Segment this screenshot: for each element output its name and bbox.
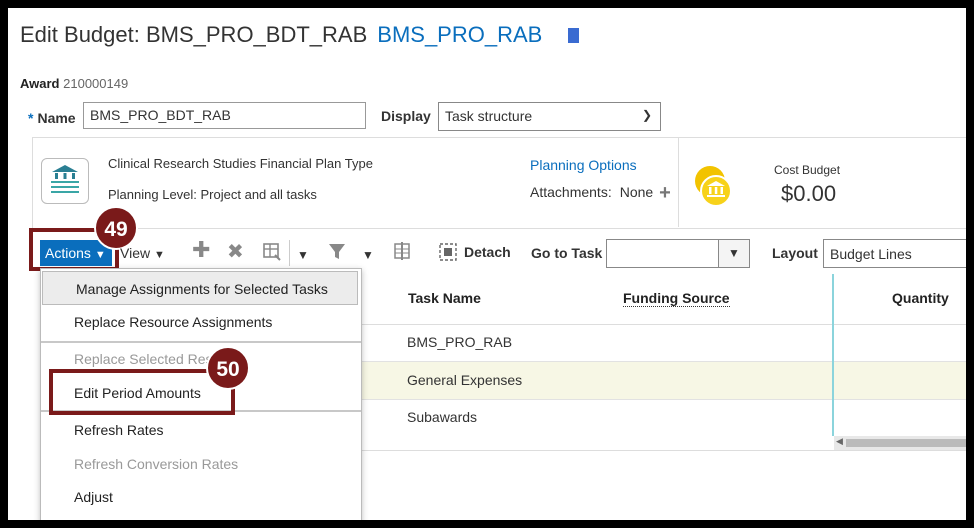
delete-icon[interactable]: ✖ bbox=[227, 239, 244, 264]
display-select-value: Task structure bbox=[445, 108, 533, 124]
add-attachment-icon[interactable]: + bbox=[659, 182, 671, 204]
page-title: Edit Budget: BMS_PRO_BDT_RAB BMS_PRO_RAB bbox=[20, 22, 580, 48]
planning-level: Planning Level: Project and all tasks bbox=[108, 187, 317, 202]
table-row[interactable]: General Expenses bbox=[360, 362, 966, 400]
chevron-down-icon: ❯ bbox=[641, 108, 652, 122]
task-name-cell: BMS_PRO_RAB bbox=[407, 334, 513, 350]
panel-divider bbox=[678, 137, 679, 227]
plan-type: Clinical Research Studies Financial Plan… bbox=[108, 156, 373, 171]
table-row[interactable]: BMS_PRO_RAB bbox=[360, 324, 966, 362]
planning-options-link[interactable]: Planning Options bbox=[530, 157, 637, 173]
attachments-value: None bbox=[619, 184, 654, 200]
table-settings-icon[interactable] bbox=[262, 241, 282, 266]
scroll-left-icon[interactable]: ◀ bbox=[836, 436, 843, 447]
view-menu[interactable]: View ▼ bbox=[120, 245, 165, 261]
financial-plan-icon bbox=[41, 158, 89, 204]
layout-label: Layout bbox=[772, 245, 818, 261]
award-value: 210000149 bbox=[63, 76, 129, 91]
name-input[interactable]: BMS_PRO_BDT_RAB bbox=[83, 102, 366, 129]
display-select[interactable]: Task structure ❯ bbox=[438, 102, 661, 131]
cost-budget-icon bbox=[692, 165, 734, 207]
bookmark-icon[interactable] bbox=[568, 28, 580, 43]
display-label: Display bbox=[381, 108, 431, 124]
caret-down-icon[interactable]: ▼ bbox=[362, 248, 374, 262]
attachments: Attachments: None + bbox=[530, 182, 671, 205]
step-badge-50: 50 bbox=[206, 346, 250, 390]
award-info: Award 210000149 bbox=[20, 76, 128, 91]
table-row[interactable]: Subawards bbox=[360, 399, 966, 436]
menu-item-refresh-conversion-rates: Refresh Conversion Rates bbox=[74, 456, 239, 472]
caret-down-icon: ▼ bbox=[153, 249, 165, 261]
page-title-text: Edit Budget: BMS_PRO_BDT_RAB bbox=[20, 22, 368, 47]
goto-task-label: Go to Task bbox=[531, 245, 603, 261]
task-name-cell: Subawards bbox=[407, 409, 478, 425]
menu-item-refresh-rates[interactable]: Refresh Rates bbox=[41, 413, 361, 447]
name-label: * Name bbox=[28, 110, 76, 126]
goto-task-input[interactable]: ▼ bbox=[606, 239, 750, 268]
award-label: Award bbox=[20, 76, 60, 91]
view-menu-label: View bbox=[120, 245, 151, 261]
menu-item-adjust[interactable]: Adjust bbox=[41, 480, 361, 514]
cost-budget-label: Cost Budget bbox=[774, 163, 841, 177]
scrollbar-thumb[interactable] bbox=[846, 439, 966, 447]
freeze-columns-icon[interactable] bbox=[392, 241, 412, 266]
menu-item-replace-resource-assignments[interactable]: Replace Resource Assignments bbox=[41, 305, 361, 339]
caret-down-icon[interactable]: ▼ bbox=[718, 240, 749, 267]
project-link[interactable]: BMS_PRO_RAB bbox=[377, 22, 542, 47]
column-header-funding-source[interactable]: Funding Source bbox=[623, 290, 730, 307]
edit-budget-page: Edit Budget: BMS_PRO_BDT_RAB BMS_PRO_RAB … bbox=[8, 8, 966, 520]
attachments-label: Attachments: bbox=[530, 184, 612, 200]
required-indicator: * bbox=[28, 110, 34, 126]
layout-select[interactable]: Budget Lines bbox=[823, 239, 966, 268]
detach-icon[interactable] bbox=[438, 242, 458, 267]
task-name-cell: General Expenses bbox=[407, 372, 523, 388]
horizontal-scrollbar[interactable]: ◀ bbox=[834, 436, 966, 450]
menu-item-manage-assignments[interactable]: Manage Assignments for Selected Tasks bbox=[42, 271, 358, 305]
frozen-column-divider bbox=[832, 274, 834, 436]
filter-icon[interactable] bbox=[328, 241, 346, 266]
column-header-quantity[interactable]: Quantity bbox=[892, 290, 949, 306]
toolbar-separator bbox=[289, 240, 290, 266]
step-badge-49: 49 bbox=[94, 206, 138, 250]
add-icon[interactable]: ✚ bbox=[192, 237, 210, 263]
name-label-text: Name bbox=[37, 110, 76, 126]
cost-budget-value: $0.00 bbox=[781, 181, 837, 206]
detach-button[interactable]: Detach bbox=[464, 244, 511, 260]
column-header-task-name[interactable]: Task Name bbox=[408, 290, 481, 306]
table-bottom-border bbox=[360, 450, 966, 451]
caret-down-icon[interactable]: ▼ bbox=[297, 248, 309, 262]
